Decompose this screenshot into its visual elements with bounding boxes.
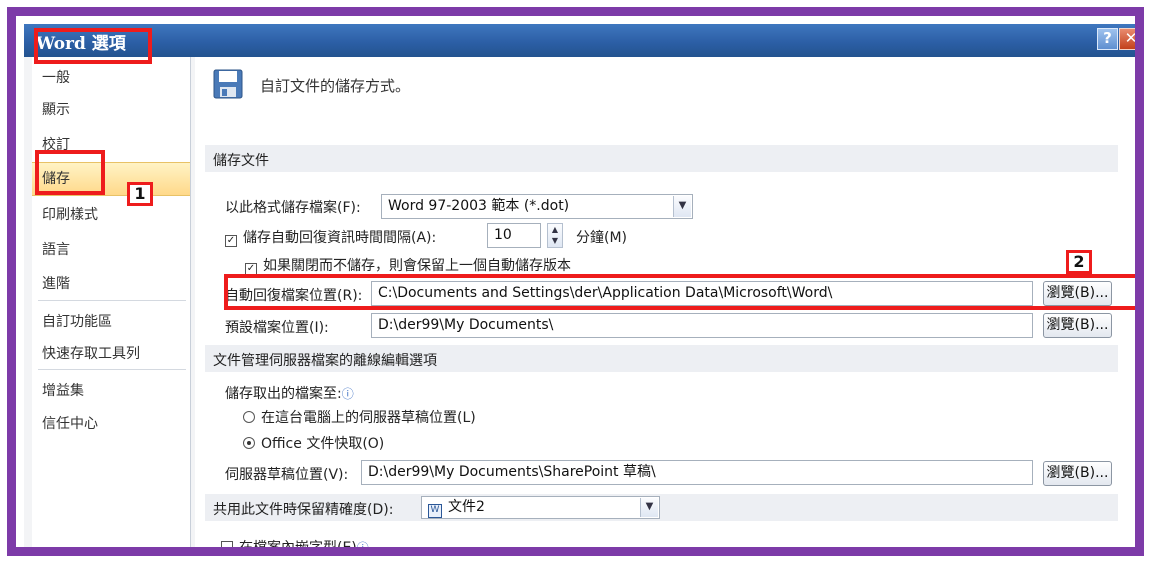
default-path-label: 預設檔案位置(I): xyxy=(225,320,329,336)
save-format-dropdown[interactable]: Word 97-2003 範本 (*.dot) ▼ xyxy=(381,194,693,219)
close-button[interactable]: ✕ xyxy=(1119,28,1135,50)
highlight-autorecover-row xyxy=(224,274,1135,310)
info-icon: ⓘ xyxy=(341,387,354,401)
sidebar-item-customize-ribbon[interactable]: 自訂功能區 xyxy=(32,306,190,336)
browse-default-button[interactable]: 瀏覽(B)... xyxy=(1043,313,1112,338)
sidebar-divider xyxy=(38,369,186,370)
document-dropdown[interactable]: W 文件2 ▼ xyxy=(421,496,660,519)
radio-unselected-icon[interactable] xyxy=(243,411,255,423)
chevron-down-icon: ▼ xyxy=(673,196,691,217)
autorecover-minutes-input[interactable]: 10 xyxy=(487,223,541,248)
section-offline-editing: 文件管理伺服器檔案的離線編輯選項 xyxy=(205,345,1118,372)
annotation-badge-1: 1 xyxy=(127,182,153,206)
checkbox-unchecked-icon[interactable] xyxy=(221,541,233,547)
minutes-spinner[interactable]: ▲ ▼ xyxy=(547,223,563,248)
floppy-disk-icon xyxy=(213,69,243,99)
title-bar: Word 選項 ? ✕ xyxy=(24,24,1135,57)
highlight-save-item xyxy=(35,150,105,195)
keep-last-autosave-option[interactable]: ✓ 如果關閉而不儲存，則會保留上一個自動儲存版本 xyxy=(245,255,571,275)
sidebar-item-typography[interactable]: 印刷樣式 xyxy=(32,199,190,229)
minutes-label: 分鐘(M) xyxy=(576,230,628,246)
page-heading: 自訂文件的儲存方式。 xyxy=(260,77,411,95)
sidebar-item-general[interactable]: 一般 xyxy=(32,62,190,92)
embed-fonts-option[interactable]: 在檔案內嵌字型(E)ⓘ xyxy=(221,537,369,555)
save-format-label: 以此格式儲存檔案(F): xyxy=(225,200,361,216)
section-fidelity: 共用此文件時保留精確度(D): xyxy=(205,494,1118,521)
sidebar-item-language[interactable]: 語言 xyxy=(32,234,190,264)
browse-drafts-button[interactable]: 瀏覽(B)... xyxy=(1043,461,1112,486)
options-sidebar: 一般 顯示 校訂 儲存 印刷樣式 語言 進階 自訂功能區 快速存取工具列 增益集… xyxy=(32,57,191,547)
sidebar-divider xyxy=(38,300,186,301)
chevron-down-icon: ▼ xyxy=(640,498,658,517)
screenshot-frame: Word 選項 ? ✕ 一般 顯示 校訂 儲存 印刷樣式 語言 進階 自訂功能區… xyxy=(7,7,1144,556)
word-document-icon: W xyxy=(428,504,442,518)
highlight-title xyxy=(34,28,152,64)
word-options-dialog: Word 選項 ? ✕ 一般 顯示 校訂 儲存 印刷樣式 語言 進階 自訂功能區… xyxy=(24,24,1135,555)
server-drafts-option[interactable]: 在這台電腦上的伺服器草稿位置(L) xyxy=(243,407,476,427)
help-button[interactable]: ? xyxy=(1097,28,1118,50)
section-save-documents: 儲存文件 xyxy=(205,145,1118,172)
sidebar-item-quick-access[interactable]: 快速存取工具列 xyxy=(32,338,190,368)
sidebar-item-advanced[interactable]: 進階 xyxy=(32,268,190,298)
sidebar-item-addins[interactable]: 增益集 xyxy=(32,375,190,405)
default-path-input[interactable]: D:\der99\My Documents\ xyxy=(371,313,1033,338)
radio-selected-icon[interactable] xyxy=(243,437,255,449)
sidebar-item-trust-center[interactable]: 信任中心 xyxy=(32,408,190,438)
server-drafts-label: 伺服器草稿位置(V): xyxy=(225,467,349,483)
autorecover-interval-option[interactable]: ✓ 儲存自動回復資訊時間間隔(A): xyxy=(225,227,436,247)
checkout-label: 儲存取出的檔案至:ⓘ xyxy=(225,386,354,402)
office-cache-option[interactable]: Office 文件快取(O) xyxy=(243,433,384,453)
server-drafts-input[interactable]: D:\der99\My Documents\SharePoint 草稿\ xyxy=(361,460,1033,485)
checkbox-checked-icon[interactable]: ✓ xyxy=(225,235,237,247)
info-icon: ⓘ xyxy=(356,541,369,555)
annotation-badge-2: 2 xyxy=(1066,250,1092,274)
sidebar-item-display[interactable]: 顯示 xyxy=(32,94,190,124)
